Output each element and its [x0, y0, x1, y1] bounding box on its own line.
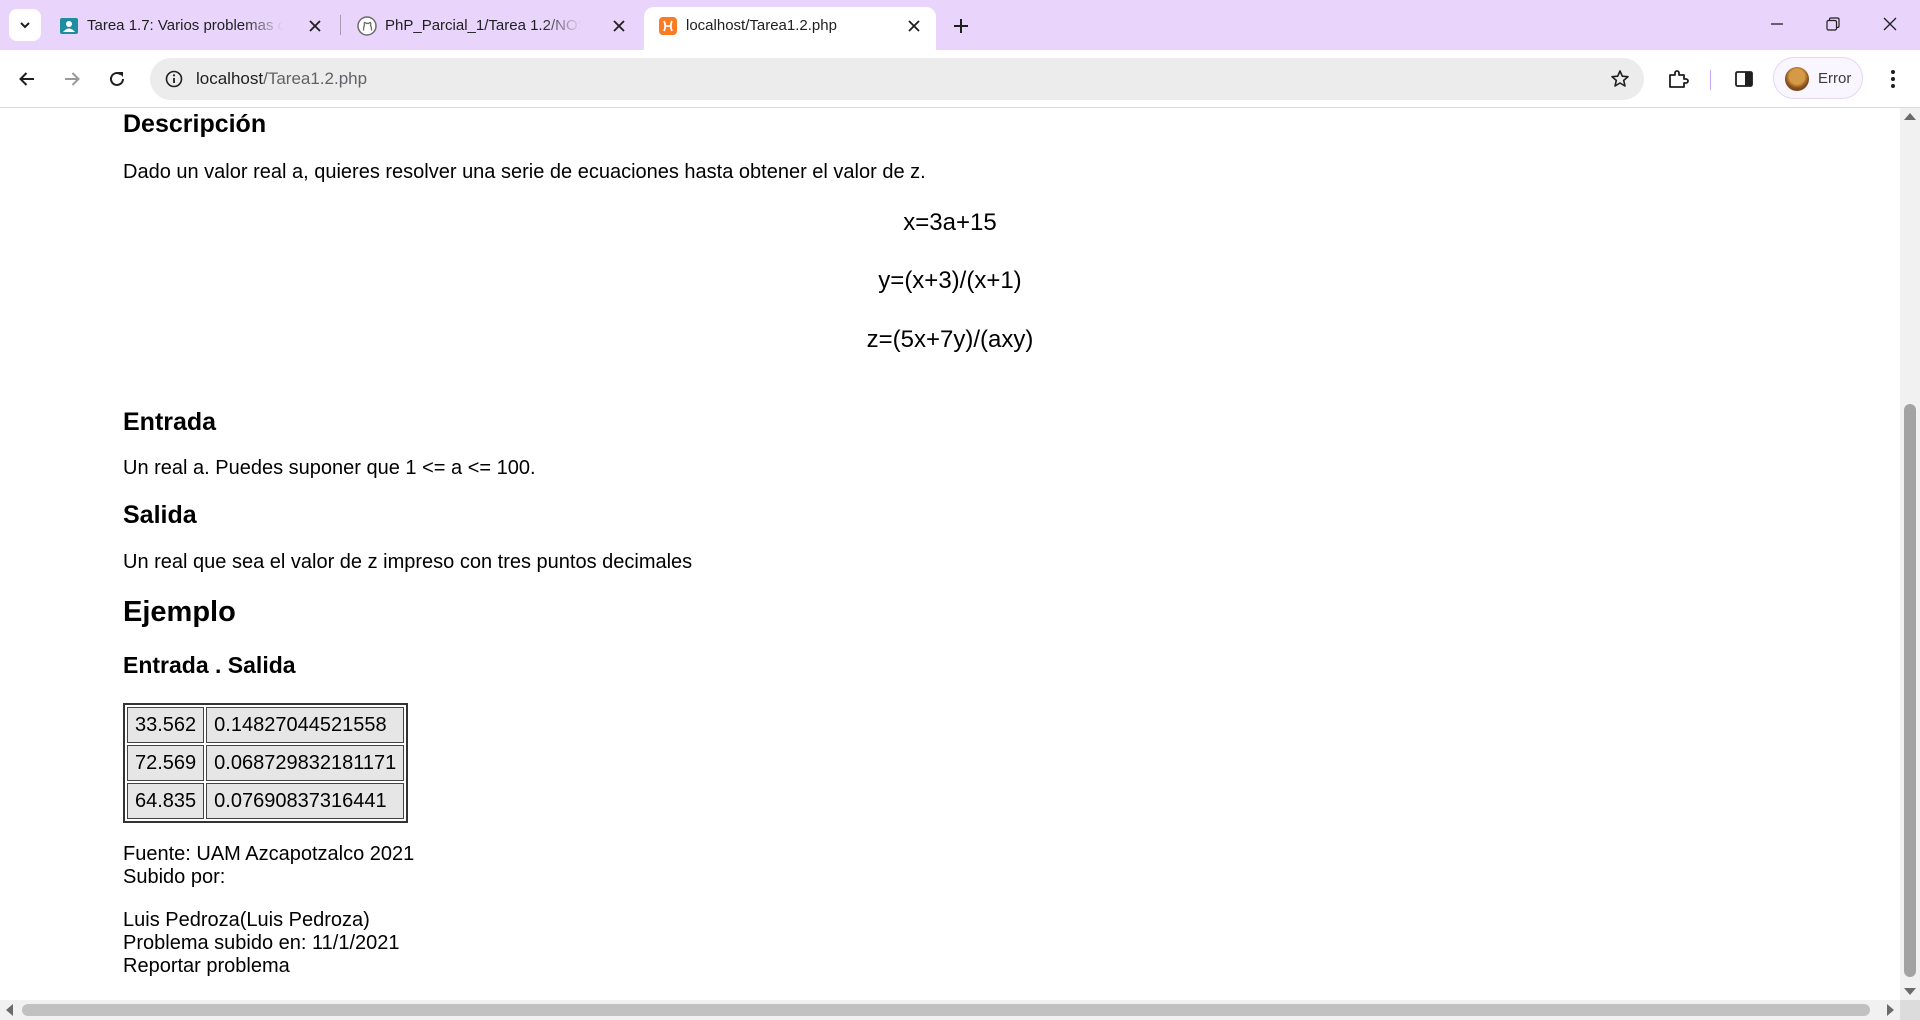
reload-button[interactable]	[99, 61, 135, 97]
output-text: Un real que sea el valor de z impreso co…	[123, 551, 693, 573]
scroll-down-arrow-icon[interactable]	[1904, 988, 1916, 995]
table-row: 72.569 0.068729832181171	[127, 745, 405, 781]
puzzle-icon	[1669, 70, 1689, 88]
minimize-icon	[1771, 23, 1783, 25]
upload-date: Problema subido en: 11/1/2021	[123, 932, 400, 954]
reload-icon	[110, 71, 124, 86]
output-heading: Salida	[123, 501, 197, 529]
forward-arrow-icon	[65, 72, 80, 86]
equation-z: z=(5x+7y)/(axy)	[866, 326, 1034, 353]
close-window-button[interactable]	[1862, 0, 1918, 48]
scrollbar-corner	[1900, 1000, 1920, 1020]
kebab-menu-icon	[1891, 70, 1895, 88]
side-panel-icon	[1735, 71, 1753, 87]
side-panel-button[interactable]	[1726, 61, 1762, 97]
example-heading: Ejemplo	[123, 596, 236, 628]
github-icon	[357, 16, 377, 36]
tab-divider	[340, 15, 341, 35]
address-url: localhost/Tarea1.2.php	[196, 69, 367, 89]
horizontal-scrollbar[interactable]	[0, 1000, 1900, 1020]
uploaded-by-label: Subido por:	[123, 866, 226, 888]
browser-toolbar: localhost/Tarea1.2.php Error	[0, 50, 1920, 108]
restore-button[interactable]	[1805, 0, 1861, 48]
equation-x: x=3a+15	[903, 209, 997, 236]
page-viewport: Descripción Dado un valor real a, quiere…	[0, 108, 1900, 1000]
bookmark-star-icon[interactable]	[1608, 67, 1632, 91]
back-button[interactable]	[9, 61, 45, 97]
close-tab-icon[interactable]	[904, 16, 924, 36]
example-subheading: Entrada . Salida	[123, 652, 296, 678]
table-row: 33.562 0.14827044521558	[127, 707, 405, 743]
tab-title: localhost/Tarea1.2.php	[686, 17, 837, 34]
examples-table: 33.562 0.14827044521558 72.569 0.0687298…	[123, 703, 409, 823]
tab-title: Tarea 1.7: Varios problemas con	[87, 17, 283, 34]
input-heading: Entrada	[123, 408, 217, 436]
scroll-right-arrow-icon[interactable]	[1887, 1004, 1894, 1016]
toolbar-separator	[1710, 70, 1711, 90]
example-output-cell: 0.068729832181171	[206, 745, 405, 781]
xampp-icon	[659, 17, 677, 35]
scroll-up-arrow-icon[interactable]	[1904, 113, 1916, 120]
address-bar[interactable]: localhost/Tarea1.2.php	[150, 58, 1644, 100]
back-arrow-icon	[19, 72, 34, 86]
url-path: /Tarea1.2.php	[263, 69, 368, 88]
close-icon	[1883, 17, 1897, 31]
example-input-cell: 72.569	[127, 745, 205, 781]
tab-localhost-active[interactable]: localhost/Tarea1.2.php	[644, 7, 936, 50]
input-text: Un real a. Puedes suponer que 1 <= a <= …	[123, 457, 536, 479]
vertical-scroll-thumb[interactable]	[1904, 404, 1916, 977]
example-output-cell: 0.14827044521558	[206, 707, 405, 743]
extensions-button[interactable]	[1660, 61, 1696, 97]
restore-icon	[1826, 17, 1840, 31]
author-link[interactable]: Luis Pedroza(Luis Pedroza)	[123, 909, 370, 932]
close-tab-icon[interactable]	[609, 16, 629, 36]
classroom-icon	[60, 18, 78, 34]
example-input-cell: 33.562	[127, 707, 205, 743]
avatar	[1785, 67, 1809, 91]
example-input-cell: 64.835	[127, 783, 205, 819]
description-text: Dado un valor real a, quieres resolver u…	[123, 161, 926, 183]
tab-github[interactable]: PhP_Parcial_1/Tarea 1.2/NOSE7	[343, 7, 641, 50]
source-text: Fuente: UAM Azcapotzalco 2021	[123, 843, 415, 865]
tab-search-button[interactable]	[9, 9, 41, 41]
report-problem-link[interactable]: Reportar problema	[123, 955, 290, 978]
description-heading: Descripción	[123, 110, 267, 138]
table-row: 64.835 0.07690837316441	[127, 783, 405, 819]
close-tab-icon[interactable]	[305, 16, 325, 36]
vertical-scrollbar[interactable]	[1900, 108, 1920, 1000]
tab-title: PhP_Parcial_1/Tarea 1.2/NOSE7	[385, 17, 581, 34]
example-output-cell: 0.07690837316441	[206, 783, 405, 819]
url-host: localhost	[196, 69, 264, 88]
minimize-button[interactable]	[1749, 0, 1805, 48]
tab-classroom[interactable]: Tarea 1.7: Varios problemas con	[45, 7, 337, 50]
profile-button[interactable]: Error	[1773, 57, 1863, 99]
horizontal-scroll-thumb[interactable]	[22, 1004, 1870, 1016]
chevron-down-icon	[20, 22, 30, 29]
tab-strip: Tarea 1.7: Varios problemas con PhP_Parc…	[0, 0, 1920, 50]
equation-y: y=(x+3)/(x+1)	[878, 267, 1022, 294]
plus-icon	[954, 19, 968, 33]
forward-button[interactable]	[54, 61, 90, 97]
scroll-left-arrow-icon[interactable]	[6, 1004, 13, 1016]
site-info-icon[interactable]	[162, 67, 186, 91]
menu-button[interactable]	[1875, 61, 1911, 97]
new-tab-button[interactable]	[945, 10, 977, 42]
profile-status: Error	[1818, 70, 1852, 87]
